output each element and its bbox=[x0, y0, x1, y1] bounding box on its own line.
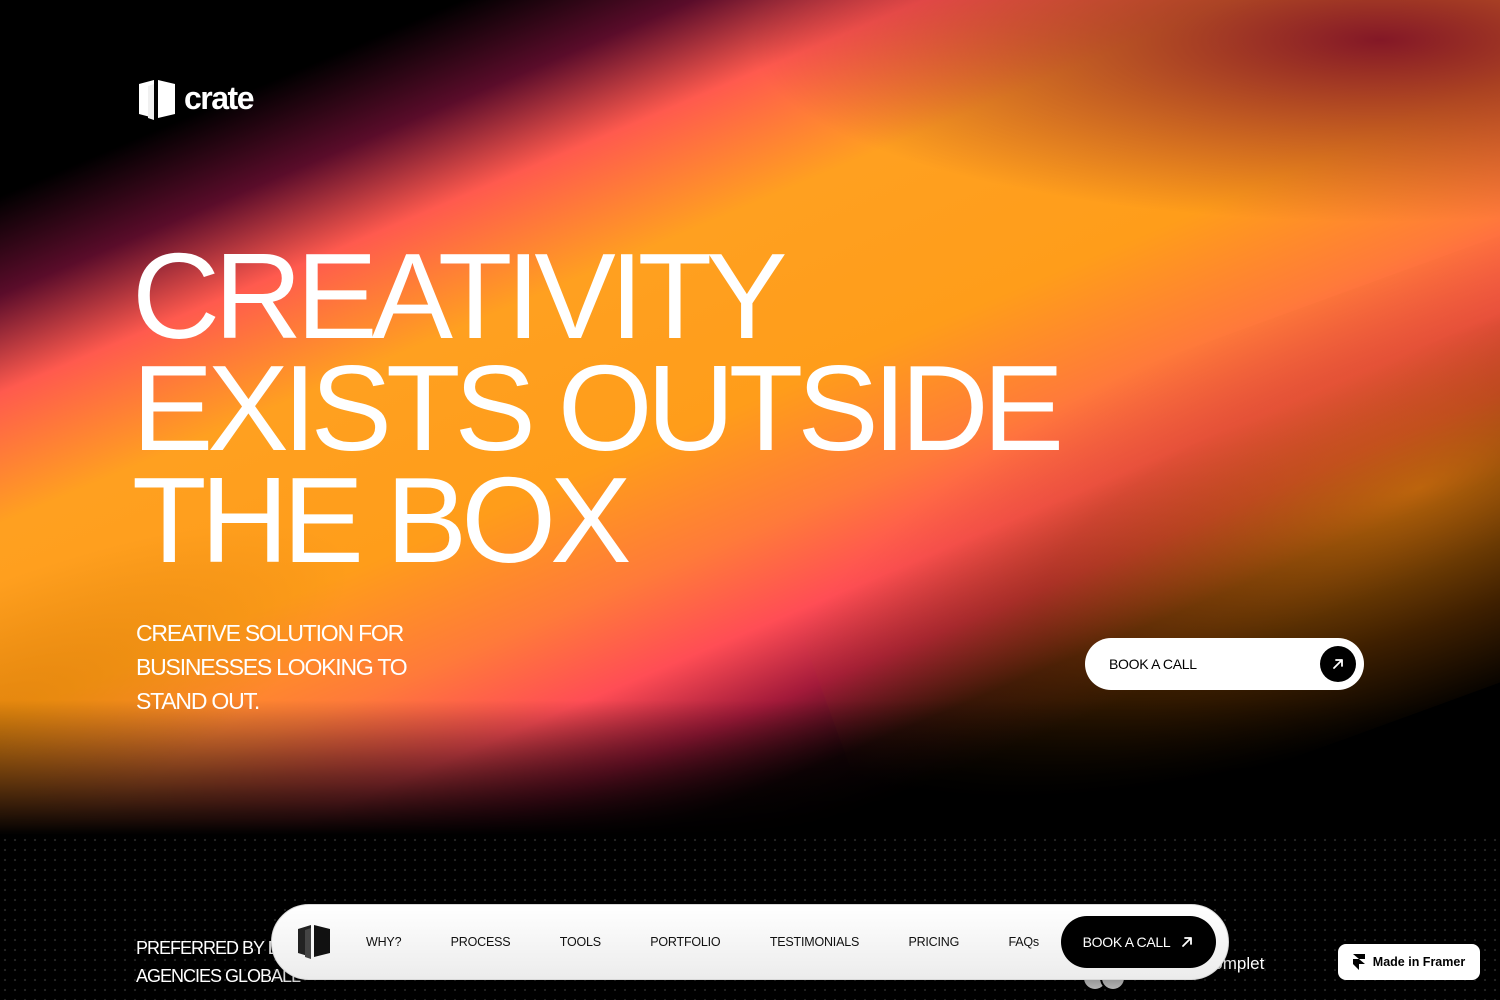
hero-subhead: CREATIVE SOLUTION FOR BUSINESSES LOOKING… bbox=[136, 620, 408, 714]
landing-page: crate CREATIVITY EXISTS OUTSIDE THE BOX … bbox=[0, 0, 1500, 1000]
nav-item-testimonials[interactable]: TESTIMONIALS bbox=[770, 935, 859, 949]
floating-navbar: WHY? PROCESS TOOLS PORTFOLIO TESTIMONIAL… bbox=[271, 904, 1229, 980]
brand-logo[interactable]: crate bbox=[136, 78, 255, 122]
hero-headline: CREATIVITY EXISTS OUTSIDE THE BOX bbox=[132, 228, 1064, 588]
nav-cta-label: BOOK A CALL bbox=[1082, 934, 1171, 950]
hero-book-call-button[interactable]: BOOK A CALL bbox=[1085, 638, 1364, 690]
arrow-up-right-icon bbox=[1320, 646, 1356, 682]
brand-name: crate bbox=[184, 80, 255, 116]
nav-item-pricing[interactable]: PRICING bbox=[908, 935, 959, 949]
headline-line-2: EXISTS OUTSIDE bbox=[132, 340, 1064, 476]
nav-item-faqs[interactable]: FAQs bbox=[1008, 935, 1039, 949]
nav-item-why[interactable]: WHY? bbox=[366, 935, 402, 949]
headline-line-3: THE BOX bbox=[132, 452, 632, 588]
framer-badge-label: Made in Framer bbox=[1372, 955, 1466, 969]
made-in-framer-badge[interactable]: Made in Framer bbox=[1338, 944, 1480, 980]
nav-links: WHY? PROCESS TOOLS PORTFOLIO TESTIMONIAL… bbox=[344, 935, 1061, 949]
framer-logo-icon bbox=[1352, 954, 1365, 970]
nav-item-portfolio[interactable]: PORTFOLIO bbox=[650, 935, 720, 949]
arrow-up-right-icon bbox=[1182, 937, 1193, 947]
nav-item-process[interactable]: PROCESS bbox=[451, 935, 511, 949]
nav-book-call-button[interactable]: BOOK A CALL bbox=[1061, 916, 1216, 968]
nav-item-tools[interactable]: TOOLS bbox=[560, 935, 601, 949]
crate-logo-icon bbox=[139, 80, 175, 120]
crate-logo-icon[interactable] bbox=[294, 922, 334, 962]
hero-cta-label: BOOK A CALL bbox=[1109, 656, 1197, 672]
headline-line-1: CREATIVITY bbox=[132, 228, 787, 364]
